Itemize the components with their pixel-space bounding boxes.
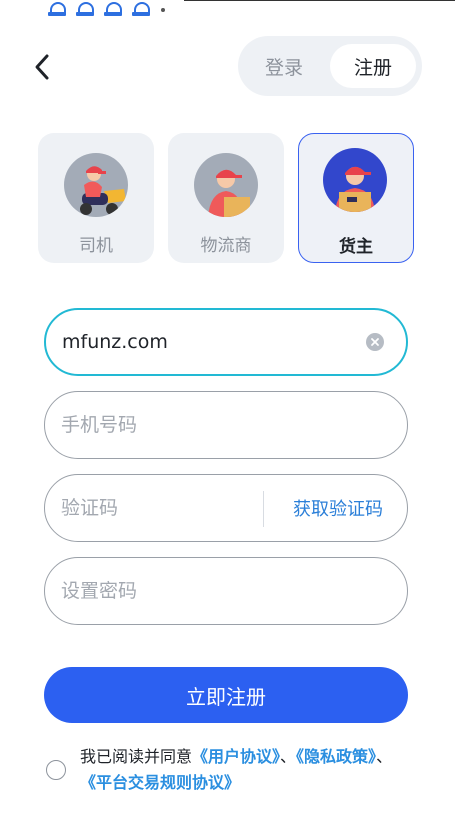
password-field: [44, 557, 408, 625]
agreement-separator: 、: [376, 747, 393, 766]
role-label-shipper: 货主: [339, 237, 373, 257]
auth-toggle: 登录 注册: [238, 36, 422, 96]
role-card-shipper[interactable]: 货主: [298, 133, 414, 263]
chevron-left-icon: [35, 54, 49, 80]
agreement-separator: 、: [280, 747, 297, 766]
status-app-icon: [75, 2, 95, 16]
status-bar: [0, 0, 455, 22]
code-field: 获取验证码: [44, 474, 408, 542]
driver-avatar-icon: [64, 153, 128, 217]
trading-rules-link[interactable]: 《平台交易规则协议》: [80, 773, 240, 792]
role-card-logistics[interactable]: 物流商: [168, 133, 284, 263]
status-dot-icon: [161, 8, 165, 12]
phone-input[interactable]: [61, 392, 351, 458]
status-icons: [47, 2, 165, 16]
user-agreement-link[interactable]: 《用户协议》: [192, 747, 280, 766]
role-label-logistics: 物流商: [200, 236, 252, 256]
agreement-radio[interactable]: [46, 760, 66, 780]
code-divider: [263, 491, 264, 527]
phone-field: [44, 391, 408, 459]
code-input[interactable]: [61, 475, 251, 541]
status-divider: [184, 0, 455, 1]
tab-register[interactable]: 注册: [330, 44, 416, 88]
status-app-icon: [103, 2, 123, 16]
agreement-prefix: 我已阅读并同意: [80, 747, 193, 766]
logistics-avatar-icon: [194, 153, 258, 217]
clear-input-button[interactable]: [366, 333, 384, 351]
tab-login[interactable]: 登录: [248, 44, 320, 88]
privacy-policy-link[interactable]: 《隐私政策》: [296, 747, 376, 766]
status-app-icon: [131, 2, 151, 16]
clear-circle-icon: [371, 338, 379, 346]
get-code-button[interactable]: 获取验证码: [275, 475, 401, 541]
role-label-driver: 司机: [79, 236, 113, 256]
role-card-driver[interactable]: 司机: [38, 133, 154, 263]
shipper-avatar-icon: [323, 148, 387, 212]
account-field: [44, 308, 408, 376]
agreement-text: 我已阅读并同意《用户协议》、《隐私政策》、《平台交易规则协议》: [80, 744, 416, 796]
password-input[interactable]: [61, 558, 351, 624]
back-button[interactable]: [28, 50, 56, 84]
status-app-icon: [47, 2, 67, 16]
register-button[interactable]: 立即注册: [44, 667, 408, 723]
account-input[interactable]: [62, 310, 352, 374]
